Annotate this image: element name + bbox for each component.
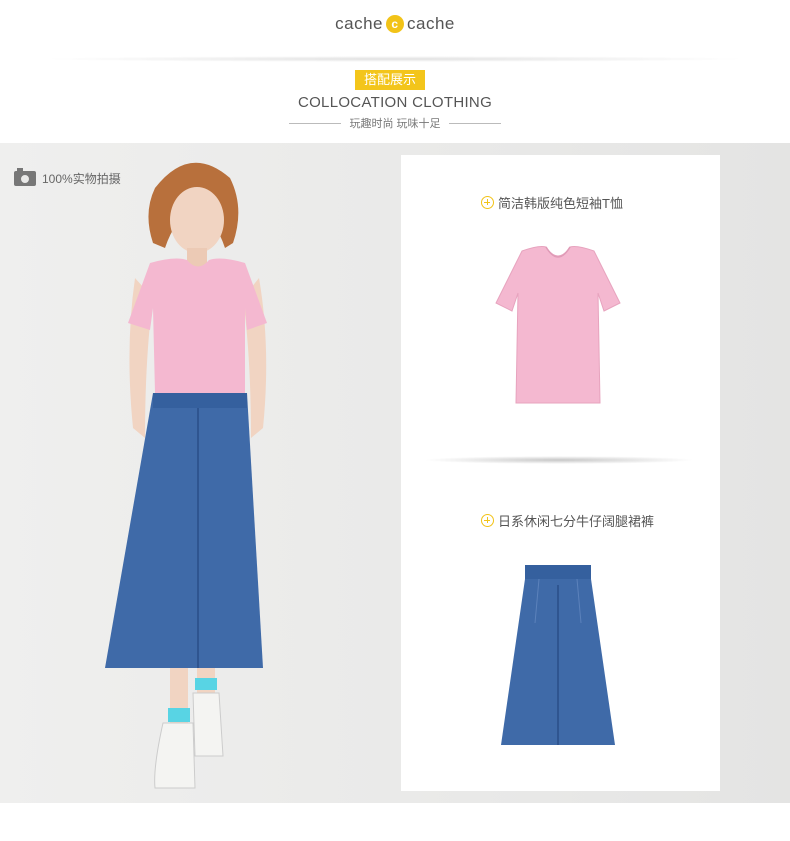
plus-circle-icon: [481, 196, 494, 209]
product-divider: [423, 456, 695, 464]
product-image-tee[interactable]: [494, 243, 622, 408]
subtitle-line-left: [289, 122, 342, 124]
brand-text-left: cache: [335, 14, 383, 33]
camera-icon: [14, 168, 36, 186]
header-divider: [40, 56, 750, 62]
model-photo: [105, 162, 267, 789]
subtitle-line-right: [448, 122, 501, 124]
section-subtitle-row: 玩趣时尚 玩味十足: [0, 116, 790, 130]
brand-text-right: cache: [407, 14, 455, 33]
section-tag: 搭配展示: [355, 70, 425, 90]
product-panel: 简洁韩版纯色短袖T恤 日系休闲七分牛仔阔腿裙裤: [401, 155, 720, 791]
product-image-culottes[interactable]: [499, 563, 617, 753]
product-label-tee[interactable]: 简洁韩版纯色短袖T恤: [481, 193, 623, 212]
plus-circle-icon: [481, 514, 494, 527]
section-subtitle: 玩趣时尚 玩味十足: [349, 118, 441, 130]
product-label-culottes[interactable]: 日系休闲七分牛仔阔腿裙裤: [481, 511, 654, 530]
section-title: COLLOCATION CLOTHING: [297, 94, 493, 111]
brand-logo: cache c cache: [0, 14, 790, 34]
brand-mark: c: [386, 15, 404, 33]
product-name-tee: 简洁韩版纯色短袖T恤: [498, 196, 623, 211]
product-name-culottes: 日系休闲七分牛仔阔腿裙裤: [498, 514, 655, 529]
